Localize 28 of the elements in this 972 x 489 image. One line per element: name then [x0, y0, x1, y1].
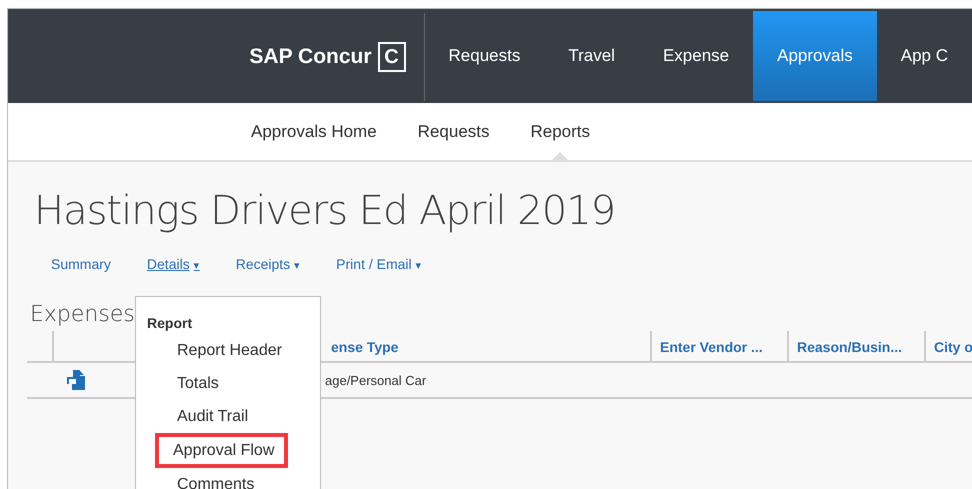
column-header[interactable]: Reason/Busin...: [787, 331, 924, 361]
nav-tab[interactable]: App C: [876, 11, 972, 101]
sub-nav-link[interactable]: Approvals Home: [251, 103, 377, 160]
column-header[interactable]: City o: [924, 331, 972, 361]
brand-name: SAP Concur: [249, 45, 372, 69]
nav-tab[interactable]: Approvals: [753, 11, 877, 101]
receipt-icon[interactable]: [67, 370, 85, 390]
sub-nav-link[interactable]: Reports: [530, 103, 590, 160]
table-cell-text: age/Personal Car: [324, 372, 428, 390]
report-tab[interactable]: Receipts ▾: [236, 256, 300, 272]
report-tab[interactable]: Print / Email ▾: [336, 256, 422, 272]
report-tab[interactable]: Summary: [51, 256, 111, 272]
sub-nav-link[interactable]: Requests: [418, 103, 490, 160]
menu-heading: Report: [147, 315, 194, 331]
column-header[interactable]: Enter Vendor ...: [650, 331, 787, 361]
menu-item[interactable]: Comments: [147, 468, 264, 489]
section-title: Expenses: [30, 302, 135, 327]
nav-tab[interactable]: Requests: [424, 11, 544, 101]
menu-item[interactable]: Approval Flow: [155, 433, 288, 468]
nav-tab[interactable]: Expense: [638, 11, 754, 101]
menu-item[interactable]: Report Header: [147, 334, 292, 367]
nav-tab[interactable]: Travel: [544, 11, 639, 101]
menu-item[interactable]: Totals: [147, 367, 229, 400]
brand-mark: C: [378, 42, 406, 72]
menu-item[interactable]: Audit Trail: [147, 400, 258, 433]
report-tab[interactable]: Details ▾: [146, 256, 200, 272]
column-header[interactable]: ense Type: [323, 331, 650, 361]
report-title: Hastings Drivers Ed April 2019: [34, 188, 616, 234]
